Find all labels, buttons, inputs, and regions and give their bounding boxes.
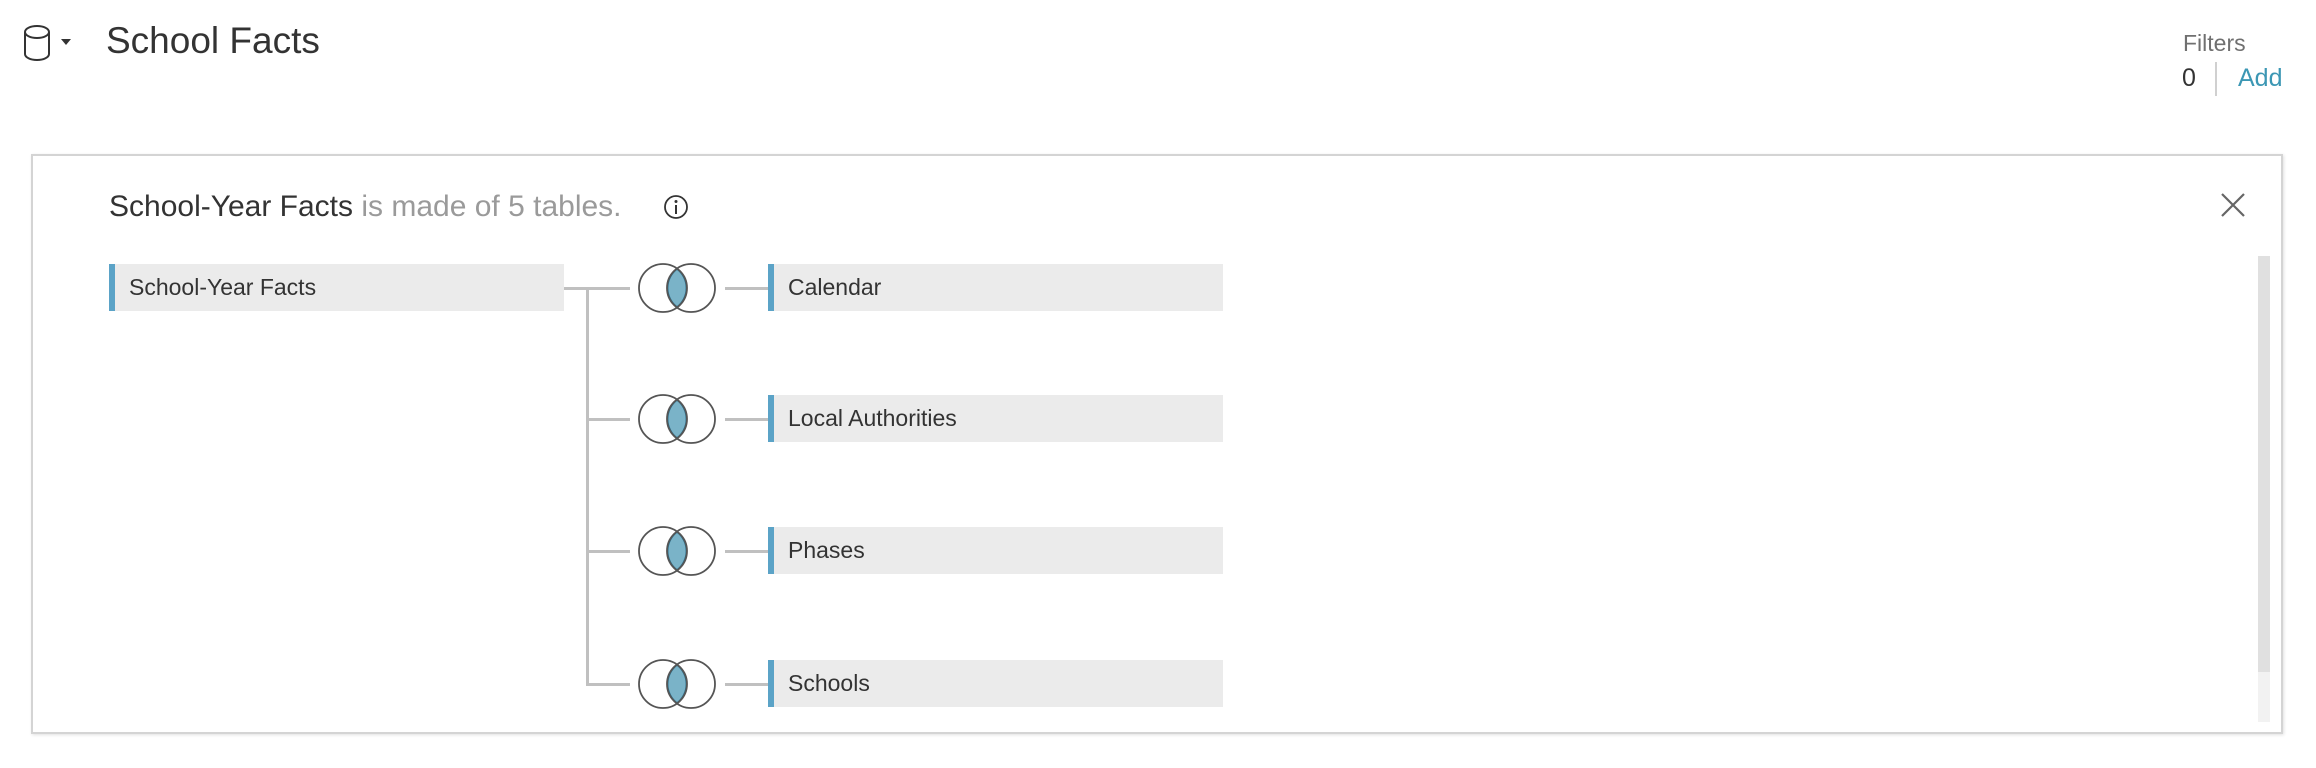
inner-join-icon[interactable] [627, 262, 727, 314]
divider [2215, 62, 2217, 96]
root-table[interactable]: School-Year Facts [109, 264, 564, 311]
connector [725, 418, 769, 421]
inner-join-icon[interactable] [627, 525, 727, 577]
related-table[interactable]: Local Authorities [768, 395, 1223, 442]
connector [586, 683, 630, 686]
database-icon[interactable] [22, 24, 52, 62]
relationship-panel [31, 154, 2283, 734]
connector [725, 550, 769, 553]
related-table[interactable]: Schools [768, 660, 1223, 707]
connector [725, 287, 769, 290]
related-table[interactable]: Calendar [768, 264, 1223, 311]
info-icon[interactable] [663, 194, 689, 220]
panel-heading: School-Year Facts is made of 5 tables. [109, 190, 622, 224]
inner-join-icon[interactable] [627, 658, 727, 710]
filters-label: Filters [2183, 30, 2246, 56]
connector [586, 550, 630, 553]
caret-down-icon[interactable] [60, 38, 72, 46]
heading-table-name: School-Year Facts [109, 190, 354, 223]
inner-join-icon[interactable] [627, 393, 727, 445]
add-filter-link[interactable]: Add [2238, 64, 2282, 93]
heading-suffix: is made of 5 tables. [361, 190, 622, 223]
page-title: School Facts [106, 20, 320, 61]
filters-count: 0 [2182, 64, 2196, 92]
scrollbar-thumb[interactable] [2258, 256, 2270, 672]
related-table[interactable]: Phases [768, 527, 1223, 574]
connector [586, 287, 630, 290]
connector [586, 287, 589, 686]
connector [725, 683, 769, 686]
connector [586, 418, 630, 421]
close-icon[interactable] [2220, 192, 2246, 218]
